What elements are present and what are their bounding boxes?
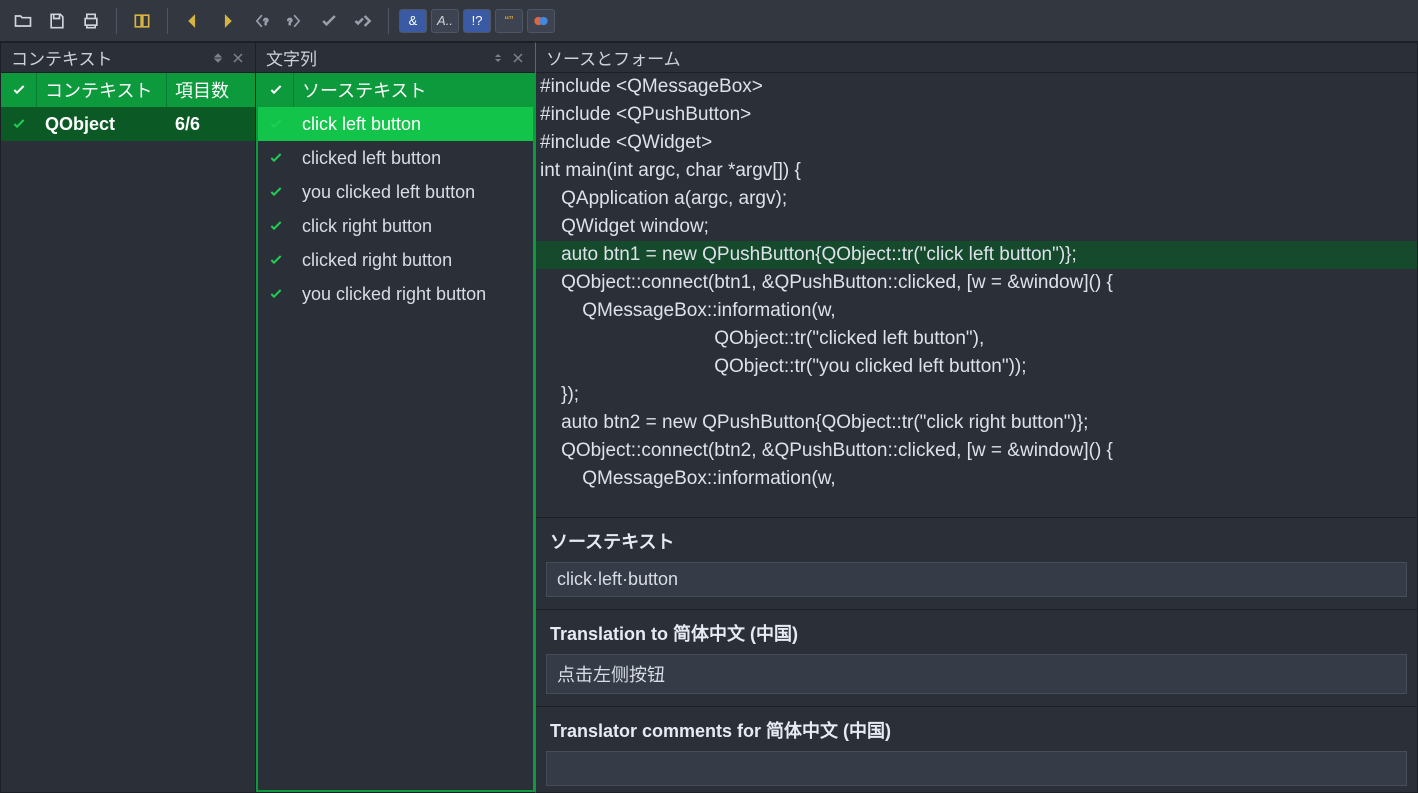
code-line: #include <QWidget> [536, 129, 1417, 157]
close-panel-icon[interactable] [231, 51, 245, 65]
svg-text:?: ? [288, 16, 293, 26]
code-line: QObject::tr("you clicked left button")); [536, 353, 1417, 381]
string-row[interactable]: you clicked right button [258, 277, 533, 311]
context-col-items[interactable]: 項目数 [167, 73, 255, 107]
strings-panel-title: 文字列 [266, 45, 485, 70]
context-row-count: 6/6 [167, 114, 255, 135]
context-row[interactable]: QObject6/6 [1, 107, 255, 141]
context-col-context[interactable]: コンテキスト [37, 73, 167, 107]
prev-icon[interactable] [178, 6, 208, 36]
string-row-text: clicked left button [294, 148, 533, 169]
context-panel-header[interactable]: コンテキスト [1, 43, 255, 73]
open-icon[interactable] [8, 6, 38, 36]
source-code-view[interactable]: #include <QMessageBox>#include <QPushBut… [536, 73, 1417, 517]
code-line: auto btn1 = new QPushButton{QObject::tr(… [536, 241, 1417, 269]
strings-col-status[interactable] [258, 73, 294, 107]
next-icon[interactable] [212, 6, 242, 36]
string-row[interactable]: click left button [258, 107, 533, 141]
strings-col-source[interactable]: ソーステキスト [294, 73, 533, 107]
code-line: QMessageBox::information(w, [536, 297, 1417, 325]
string-row[interactable]: you clicked left button [258, 175, 533, 209]
source-text-label: ソーステキスト [536, 518, 1417, 562]
svg-text:?: ? [264, 16, 269, 26]
validate-placemarker-icon[interactable] [527, 9, 555, 33]
translation-target-label: Translation to 简体中文 (中国) [536, 610, 1417, 654]
code-line: QObject::tr("clicked left button"), [536, 325, 1417, 353]
context-col-status[interactable] [1, 73, 37, 107]
code-line: #include <QPushButton> [536, 101, 1417, 129]
source-text-field: click·left·button [546, 562, 1407, 597]
string-row-text: click left button [294, 114, 533, 135]
next-unfinished-icon[interactable]: ? [280, 6, 310, 36]
source-form-header: ソースとフォーム [536, 43, 1417, 73]
code-line: QObject::connect(btn2, &QPushButton::cli… [536, 437, 1417, 465]
validate-punctuation-icon[interactable]: !? [463, 9, 491, 33]
string-row-text: you clicked right button [294, 284, 533, 305]
strings-table-header: ソーステキスト [258, 73, 533, 107]
string-row-text: you clicked left button [294, 182, 533, 203]
source-form-title: ソースとフォーム [546, 45, 1407, 70]
string-row[interactable]: click right button [258, 209, 533, 243]
string-row-text: click right button [294, 216, 533, 237]
context-panel-title: コンテキスト [11, 45, 205, 70]
context-panel: コンテキスト コンテキスト 項目数 QObject6/6 [0, 42, 256, 793]
code-line: }); [536, 381, 1417, 409]
string-row[interactable]: clicked right button [258, 243, 533, 277]
code-line: QApplication a(argc, argv); [536, 185, 1417, 213]
code-line: QMessageBox::information(w, [536, 465, 1417, 493]
context-row-name: QObject [37, 114, 167, 135]
code-line: QWidget window; [536, 213, 1417, 241]
strings-panel-header[interactable]: 文字列 [256, 43, 535, 73]
translation-panel: ソーステキスト click·left·button Translation to… [536, 518, 1418, 793]
code-line: QObject::connect(btn1, &QPushButton::cli… [536, 269, 1417, 297]
undock-icon[interactable] [491, 51, 505, 65]
code-line: #include <QMessageBox> [536, 73, 1417, 101]
done-icon[interactable] [314, 6, 344, 36]
string-row[interactable]: clicked left button [258, 141, 533, 175]
source-form-panel: ソースとフォーム #include <QMessageBox>#include … [536, 42, 1418, 518]
strings-panel: 文字列 ソーステキスト click left button clicked lef… [256, 42, 536, 793]
phrasebook-icon[interactable] [127, 6, 157, 36]
context-table-header: コンテキスト 項目数 [1, 73, 255, 107]
prev-unfinished-icon[interactable]: ? [246, 6, 276, 36]
undock-icon[interactable] [211, 51, 225, 65]
validate-surrounding-icon[interactable]: A.. [431, 9, 459, 33]
string-row-text: clicked right button [294, 250, 533, 271]
toolbar: ? ? & A.. !? “” [0, 0, 1418, 42]
done-next-icon[interactable] [348, 6, 378, 36]
close-panel-icon[interactable] [511, 51, 525, 65]
save-icon[interactable] [42, 6, 72, 36]
validate-accelerators-icon[interactable]: & [399, 9, 427, 33]
code-line: auto btn2 = new QPushButton{QObject::tr(… [536, 409, 1417, 437]
translation-input[interactable]: 点击左侧按钮 [546, 654, 1407, 694]
translator-comments-label: Translator comments for 简体中文 (中国) [536, 707, 1417, 751]
code-line: int main(int argc, char *argv[]) { [536, 157, 1417, 185]
translator-comments-input[interactable] [546, 751, 1407, 786]
print-icon[interactable] [76, 6, 106, 36]
validate-phrases-icon[interactable]: “” [495, 9, 523, 33]
